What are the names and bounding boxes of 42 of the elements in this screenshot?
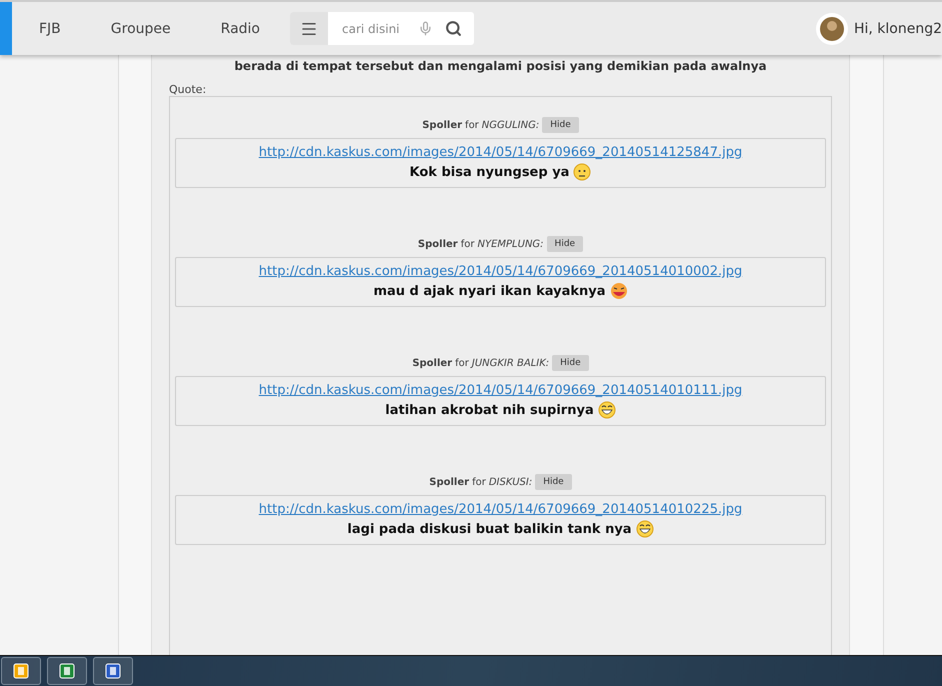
spoiler-title: NGGULING:: [482, 120, 540, 130]
emoji-icon: [636, 520, 654, 538]
caption: Kok bisa nyungsep ya: [410, 164, 570, 180]
spoiler-label: Spoller: [429, 476, 470, 488]
spoiler-label: Spoller: [412, 358, 452, 368]
nav-link[interactable]: Radio: [170, 20, 260, 36]
post-text: berada di tempat tersebut dan mengalami posisi yang demikian pada awalnya: [233, 59, 768, 73]
emoji-icon: [610, 282, 628, 300]
user-greeting[interactable]: Hi, kloneng2: [854, 20, 942, 36]
hide-button[interactable]: Hide: [535, 474, 572, 490]
spoiler-for-text: for: [465, 120, 479, 130]
image-link[interactable]: http://cdn.kaskus.com/images/2014/05/14/6709669_20140514010111.jpg: [258, 383, 742, 398]
spoiler-label: Spoller: [418, 238, 458, 250]
spoiler-title: JUNGKIR BALIK:: [472, 358, 550, 368]
image-link[interactable]: http://cdn.kaskus.com/images/2014/05/14/6709669_20140514125847.jpg: [258, 145, 742, 160]
taskbar-button[interactable]: [1, 657, 41, 685]
emoji-icon: [598, 401, 616, 419]
image-link[interactable]: http://cdn.kaskus.com/images/2014/05/14/6709669_20140514010002.jpg: [258, 264, 742, 279]
spoiler-title: NYEMPLUNG:: [477, 238, 544, 250]
search-field[interactable]: cari disini: [290, 12, 474, 45]
taskbar-button[interactable]: [47, 657, 87, 685]
spoiler-label: Spoller: [422, 120, 462, 130]
emoji-icon: [573, 163, 592, 181]
spoiler-title: DISKUSI:: [488, 476, 532, 488]
image-link[interactable]: http://cdn.kaskus.com/images/2014/05/14/6709669_20140514010225.jpg: [258, 502, 742, 517]
taskbar-button[interactable]: [93, 657, 133, 685]
menu-button[interactable]: [290, 12, 328, 45]
avatar-icon[interactable]: [816, 12, 848, 44]
caption: latihan akrobat nih supirnya: [385, 402, 594, 418]
spoiler-for-text: for: [472, 476, 486, 488]
hide-button[interactable]: Hide: [542, 117, 579, 133]
caption: mau d ajak nyari ikan kayaknya: [373, 284, 606, 298]
spoiler-for-text: for: [460, 238, 474, 250]
brand-stripe: [0, 2, 12, 55]
caption: lagi pada diskusi buat balikin tank nya: [347, 522, 632, 536]
search-icon[interactable]: [445, 20, 462, 37]
spoiler-for-text: for: [455, 358, 469, 368]
quote-label: Quote:: [169, 83, 208, 96]
hide-button[interactable]: Hide: [552, 355, 589, 371]
nav-link[interactable]: Groupee: [60, 20, 171, 36]
nav-link[interactable]: FJB: [12, 20, 61, 36]
hide-button[interactable]: Hide: [546, 236, 584, 252]
